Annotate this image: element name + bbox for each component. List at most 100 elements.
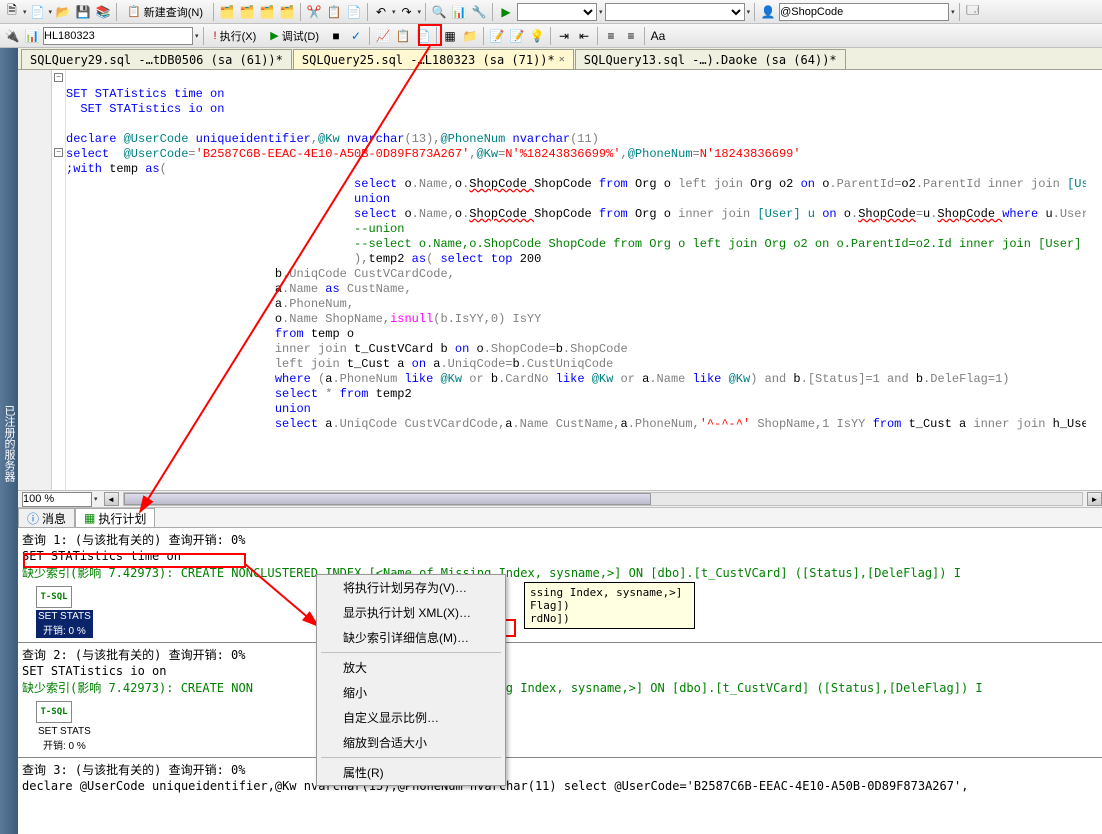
- plan-node-label: SET STATS 开销: 0 %: [36, 725, 93, 753]
- new-project-icon[interactable]: 🗎: [3, 3, 21, 21]
- close-icon[interactable]: ✕: [559, 54, 565, 65]
- menu-missing-index-details[interactable]: 缺少索引详细信息(M)…: [317, 625, 505, 650]
- dropdown-icon[interactable]: ▾: [951, 8, 955, 16]
- missing-index-hint[interactable]: 缺少索引(影响 7.42973): CREATE NON ssing Index…: [22, 678, 1098, 697]
- undo-icon[interactable]: ↶: [372, 3, 390, 21]
- messages-tab[interactable]: ⓘ 消息: [18, 508, 75, 527]
- object-explorer-collapsed[interactable]: 已注册的服务器: [0, 48, 18, 834]
- tool-icon[interactable]: 🔧: [470, 3, 488, 21]
- toolbar-main: 🗎 ▾ 📄▾ 📂 💾 📚 📋 新建查询(N) 🗂️ 🗂️ 🗂️ 🗂️ ✂️ 📋 …: [0, 0, 1102, 24]
- plan-node-label: SET STATS 开销: 0 %: [36, 610, 93, 638]
- dropdown-icon[interactable]: ▾: [94, 495, 98, 503]
- menu-fit-zoom[interactable]: 缩放到合适大小: [317, 730, 505, 755]
- user-icon[interactable]: 👤: [759, 3, 777, 21]
- new-query-button[interactable]: 📋 新建查询(N): [121, 2, 209, 22]
- plan-query-3: 查询 3: (与该批有关的) 查询开销: 0% declare @UserCod…: [18, 758, 1102, 797]
- plan-header: 查询 1: (与该批有关的) 查询开销: 0%: [22, 530, 1098, 549]
- uncomment-icon[interactable]: 📝: [508, 27, 526, 45]
- specify-values-icon[interactable]: Aa: [649, 27, 667, 45]
- results-grid-icon[interactable]: ▦: [441, 27, 459, 45]
- parse-icon[interactable]: ✓: [347, 27, 365, 45]
- open-icon[interactable]: 📂: [54, 3, 72, 21]
- fold-minus-icon[interactable]: −: [54, 148, 63, 157]
- results-file-icon[interactable]: 📁: [461, 27, 479, 45]
- db-icon[interactable]: 🗂️: [218, 3, 236, 21]
- execution-plan-tab[interactable]: ▦ 执行计划: [75, 508, 155, 527]
- execute-button[interactable]: ! 执行(X): [208, 26, 263, 46]
- save-icon[interactable]: 💾: [74, 3, 92, 21]
- results-text-icon[interactable]: 📄: [414, 27, 432, 45]
- dropdown-icon[interactable]: ▾: [747, 8, 751, 16]
- fold-gutter: − −: [52, 70, 66, 490]
- toolbar-sql: 🔌 📊 ▾ ! 执行(X) ▶ 调试(D) ■ ✓ 📈 📋 📄 ▦ 📁 📝 📝 …: [0, 24, 1102, 48]
- change-db-icon[interactable]: 📊: [23, 27, 41, 45]
- save-all-icon[interactable]: 📚: [94, 3, 112, 21]
- copy-icon[interactable]: 📋: [325, 3, 343, 21]
- scroll-left-icon[interactable]: ◄: [104, 492, 119, 506]
- dropdown-icon[interactable]: ▾: [23, 8, 27, 16]
- intellisense-icon[interactable]: 💡: [528, 27, 546, 45]
- sql-editor[interactable]: − − SET STATistics time on SET STATistic…: [18, 70, 1102, 490]
- plan-declare: declare @UserCode uniqueidentifier,@Kw n…: [22, 779, 1098, 793]
- indent-icon[interactable]: ⇥: [555, 27, 573, 45]
- combo-empty-1[interactable]: [517, 3, 597, 21]
- tsql-node-icon: T-SQL: [36, 701, 72, 723]
- missing-index-hint[interactable]: 缺少索引(影响 7.42973): CREATE NONCLUSTERED IN…: [22, 563, 1098, 582]
- dropdown-icon[interactable]: ▾: [418, 8, 422, 16]
- plan-stats: SET STATistics io on: [22, 664, 1098, 678]
- result-tab-strip: ⓘ 消息 ▦ 执行计划: [18, 508, 1102, 528]
- connect-icon[interactable]: 🔌: [3, 27, 21, 45]
- cut-icon[interactable]: ✂️: [305, 3, 323, 21]
- plan-node[interactable]: T-SQL SET STATS 开销: 0 %: [36, 701, 93, 753]
- plan-query-2: 查询 2: (与该批有关的) 查询开销: 0% SET STATistics i…: [18, 643, 1102, 758]
- dropdown-icon[interactable]: ▾: [392, 8, 396, 16]
- window-icon[interactable]: 🗔: [964, 3, 982, 21]
- new-item-icon[interactable]: 📄: [29, 3, 47, 21]
- scroll-right-icon[interactable]: ►: [1087, 492, 1102, 506]
- db-icon-2[interactable]: 🗂️: [238, 3, 256, 21]
- menu-zoom-out[interactable]: 缩小: [317, 680, 505, 705]
- debug-button[interactable]: ▶ 调试(D): [264, 26, 325, 46]
- horizontal-scrollbar[interactable]: [123, 492, 1083, 507]
- menu-properties[interactable]: 属性(R): [317, 760, 505, 785]
- file-tab-2[interactable]: SQLQuery25.sql -…L180323 (sa (71))*✕: [293, 49, 574, 69]
- menu-custom-zoom[interactable]: 自定义显示比例…: [317, 705, 505, 730]
- file-tab-strip: SQLQuery29.sql -…tDB0506 (sa (61))* SQLQ…: [18, 48, 1102, 70]
- stop-icon[interactable]: ■: [327, 27, 345, 45]
- execution-plan-pane[interactable]: 查询 1: (与该批有关的) 查询开销: 0% SET STATistics t…: [18, 528, 1102, 834]
- paste-icon[interactable]: 📄: [345, 3, 363, 21]
- find-icon[interactable]: 🔍: [430, 3, 448, 21]
- increase-indent-icon[interactable]: ≡: [622, 27, 640, 45]
- context-menu: 将执行计划另存为(V)… 显示执行计划 XML(X)… 缺少索引详细信息(M)……: [316, 574, 506, 786]
- menu-zoom-in[interactable]: 放大: [317, 655, 505, 680]
- comment-icon[interactable]: 📝: [488, 27, 506, 45]
- file-tab-3[interactable]: SQLQuery13.sql -…).Daoke (sa (64))*: [575, 49, 846, 69]
- include-plan-icon[interactable]: 📋: [394, 27, 412, 45]
- editor-gutter: [18, 70, 52, 490]
- dropdown-icon[interactable]: ▾: [49, 8, 53, 16]
- run-icon[interactable]: ▶: [497, 3, 515, 21]
- db-icon-4[interactable]: 🗂️: [278, 3, 296, 21]
- outdent-icon[interactable]: ⇤: [575, 27, 593, 45]
- plan-stats: SET STATistics time on: [22, 549, 1098, 563]
- file-tab-1[interactable]: SQLQuery29.sql -…tDB0506 (sa (61))*: [21, 49, 292, 69]
- menu-show-plan-xml[interactable]: 显示执行计划 XML(X)…: [317, 600, 505, 625]
- zoom-combo[interactable]: [22, 492, 92, 507]
- tooltip: ssing Index, sysname,>] Flag]) rdNo]): [524, 582, 695, 629]
- editor-content[interactable]: SET STATistics time on SET STATistics io…: [66, 70, 1086, 490]
- shopcode-combo[interactable]: [779, 3, 949, 21]
- menu-save-plan[interactable]: 将执行计划另存为(V)…: [317, 575, 505, 600]
- decrease-indent-icon[interactable]: ≡: [602, 27, 620, 45]
- activity-icon[interactable]: 📊: [450, 3, 468, 21]
- dropdown-icon[interactable]: ▾: [195, 32, 199, 40]
- dropdown-icon[interactable]: ▾: [599, 8, 603, 16]
- plan-header: 查询 3: (与该批有关的) 查询开销: 0%: [22, 760, 1098, 779]
- db-icon-3[interactable]: 🗂️: [258, 3, 276, 21]
- database-combo[interactable]: [43, 27, 193, 45]
- plan-node[interactable]: T-SQL SET STATS 开销: 0 %: [36, 586, 93, 638]
- estimated-plan-icon[interactable]: 📈: [374, 27, 392, 45]
- redo-icon[interactable]: ↷: [398, 3, 416, 21]
- fold-minus-icon[interactable]: −: [54, 73, 63, 82]
- plan-header: 查询 2: (与该批有关的) 查询开销: 0%: [22, 645, 1098, 664]
- combo-empty-2[interactable]: [605, 3, 745, 21]
